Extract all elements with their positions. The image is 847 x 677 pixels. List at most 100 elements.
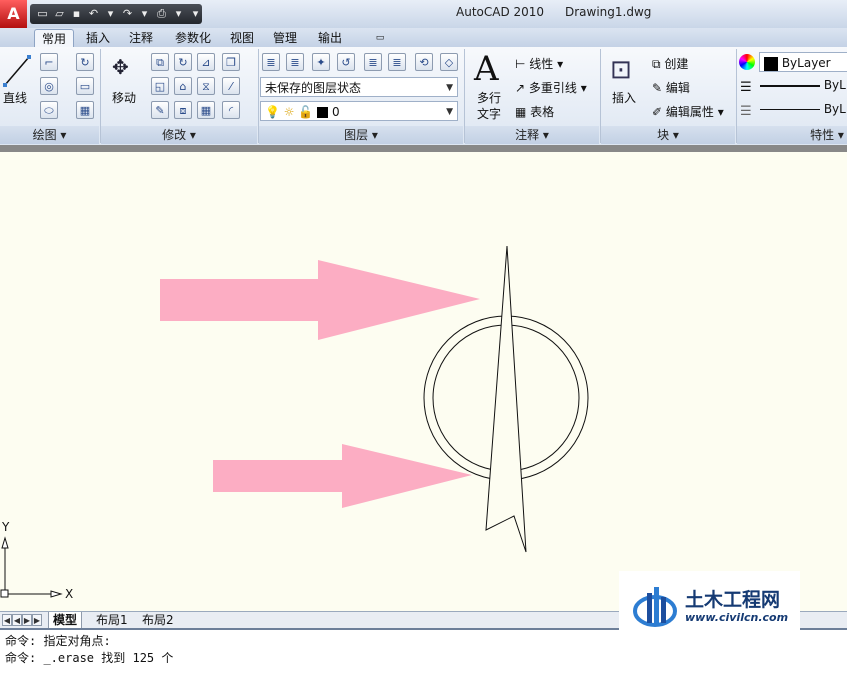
last-layout-icon[interactable]: ▶ — [32, 614, 42, 626]
line-button-label[interactable]: 直线 — [3, 89, 27, 106]
app-title: AutoCAD 2010 — [456, 5, 545, 19]
layer-properties-icon[interactable]: ≣ — [262, 53, 280, 71]
color-dropdown[interactable]: ByLayer — [759, 52, 847, 72]
application-menu-button[interactable]: A — [0, 0, 27, 28]
multileader-icon: ↗ — [515, 81, 526, 95]
layer-isolate-icon[interactable]: ✦ — [312, 53, 330, 71]
customize-qat-icon[interactable]: ▾ — [189, 7, 202, 21]
mtext-label-1[interactable]: 多行 — [477, 89, 501, 106]
explode-icon[interactable]: ⁄ — [222, 77, 240, 95]
multileader-button[interactable]: ↗ 多重引线 ▾ — [515, 79, 587, 96]
layer-dropdown[interactable]: 💡 ☼ 🔓 0 ▼ — [260, 101, 458, 121]
redo-icon[interactable]: ↷ — [121, 7, 134, 21]
layers-panel-label[interactable]: 图层 ▾ — [259, 126, 463, 144]
stretch-icon[interactable]: ◱ — [151, 77, 169, 95]
tab-home[interactable]: 常用 — [34, 29, 74, 48]
tab-view[interactable]: 视图 — [223, 29, 261, 47]
undo-icon[interactable]: ↶ — [87, 7, 100, 21]
move-button-label[interactable]: 移动 — [112, 89, 136, 106]
insert-button-label[interactable]: 插入 — [612, 89, 636, 106]
edit-attributes-button[interactable]: ✐ 编辑属性 ▾ — [652, 103, 724, 120]
ribbon: 直线 ⌐ ◎ ⬭ ↻ ▭ ▦ 绘图 ▾ ✥ 移动 ⧉ ↻ ⊿ ❐ ◱ ⌂ ⧖ ⁄… — [0, 47, 847, 146]
fillet-icon[interactable]: ◜ — [222, 101, 240, 119]
minimize-ribbon-icon[interactable]: ▭ — [370, 29, 390, 47]
ellipse-icon[interactable]: ⬭ — [40, 101, 58, 119]
block-panel-label[interactable]: 块 ▾ — [601, 126, 735, 144]
light-bulb-icon: 💡 — [265, 105, 280, 119]
circle-icon[interactable]: ◎ — [40, 77, 58, 95]
plot-icon[interactable]: ⎙ — [155, 7, 168, 21]
draw-panel-label[interactable]: 绘图 ▾ — [0, 126, 99, 144]
dropdown-arrow-icon[interactable]: ▾ — [138, 7, 151, 21]
line-icon[interactable] — [2, 53, 32, 89]
linetype-icon[interactable]: ☰ — [740, 80, 752, 95]
insert-block-icon[interactable]: ⊡ — [610, 55, 632, 85]
copy-icon[interactable]: ⧉ — [151, 53, 169, 71]
dropdown-arrow-icon[interactable]: ▾ — [104, 7, 117, 21]
tab-manage[interactable]: 管理 — [266, 29, 304, 47]
lineweight-dropdown[interactable]: ByL — [760, 102, 847, 116]
unlock-icon: 🔓 — [298, 105, 314, 119]
tab-model[interactable]: 模型 — [48, 612, 83, 629]
dropdown-arrow-icon[interactable]: ▾ — [172, 7, 185, 21]
color-wheel-icon[interactable] — [739, 54, 755, 70]
layer-state-dropdown[interactable]: 未保存的图层状态 ▼ — [260, 77, 458, 97]
app-logo-label: A — [7, 4, 20, 23]
modify-panel-label[interactable]: 修改 ▾ — [101, 126, 257, 144]
create-block-button[interactable]: ⧉ 创建 — [652, 55, 688, 72]
offset-icon[interactable]: ❐ — [222, 53, 240, 71]
tab-layout2[interactable]: 布局2 — [138, 612, 178, 628]
next-layout-icon[interactable]: ▶ — [22, 614, 32, 626]
open-icon[interactable]: ▱ — [53, 7, 66, 21]
arc-icon[interactable]: ↻ — [76, 53, 94, 71]
drawing-svg — [0, 245, 589, 598]
layer-walk-icon[interactable]: ◇ — [440, 53, 458, 71]
prev-layout-icon[interactable]: ◀ — [12, 614, 22, 626]
move-icon[interactable]: ✥ — [112, 55, 129, 79]
edit-block-icon: ✎ — [652, 81, 663, 95]
chevron-down-icon: ▼ — [446, 107, 453, 117]
properties-panel-label[interactable]: 特性 ▾ — [737, 126, 847, 144]
erase-icon[interactable]: ✎ — [151, 101, 169, 119]
ucs-y-label: Y — [2, 520, 10, 534]
first-layout-icon[interactable]: ◀ — [2, 614, 12, 626]
mtext-label-2[interactable]: 文字 — [477, 105, 501, 122]
layer-lock-icon[interactable]: ≣ — [388, 53, 406, 71]
linear-dimension-icon: ⊢ — [515, 57, 526, 71]
layer-change-icon[interactable]: ⟲ — [415, 53, 433, 71]
tab-parametric[interactable]: 参数化 — [168, 29, 218, 47]
table-button[interactable]: ▦ 表格 — [515, 103, 554, 120]
edit-block-button[interactable]: ✎ 编辑 — [652, 79, 690, 96]
tab-annotate[interactable]: 注释 — [122, 29, 160, 47]
layer-match-icon[interactable]: ≣ — [286, 53, 304, 71]
multiline-text-icon[interactable]: A — [474, 49, 499, 89]
grid-array-icon[interactable]: ▦ — [197, 101, 215, 119]
rectangle-icon[interactable]: ▭ — [76, 77, 94, 95]
tab-output[interactable]: 输出 — [311, 29, 349, 47]
linear-dimension-button[interactable]: ⊢ 线性 ▾ — [515, 55, 563, 72]
tab-layout1[interactable]: 布局1 — [92, 612, 132, 628]
new-icon[interactable]: ▭ — [36, 7, 49, 21]
scale-icon[interactable]: ⌂ — [174, 77, 192, 95]
layer-previous-icon[interactable]: ↺ — [337, 53, 355, 71]
mirror-icon[interactable]: ⧖ — [197, 77, 215, 95]
watermark-url: www.civilcn.com — [685, 611, 789, 624]
trim-icon[interactable]: ⊿ — [197, 53, 215, 71]
tab-insert[interactable]: 插入 — [79, 29, 117, 47]
annotation-panel-label[interactable]: 注释 ▾ — [465, 126, 599, 144]
polyline-icon[interactable]: ⌐ — [40, 53, 58, 71]
table-icon: ▦ — [515, 105, 527, 119]
watermark: 土木工程网 www.civilcn.com — [619, 571, 800, 635]
annotation-arrow-upper — [160, 260, 480, 340]
layer-freeze-icon[interactable]: ≣ — [364, 53, 382, 71]
command-history-line-2: 命令: _.erase 找到 125 个 — [5, 651, 174, 665]
lineweight-icon[interactable]: ☰ — [740, 104, 752, 119]
watermark-logo-icon — [633, 587, 677, 627]
array-icon[interactable]: ⧈ — [174, 101, 192, 119]
linetype-dropdown[interactable]: ByL — [760, 78, 847, 92]
rotate-icon[interactable]: ↻ — [174, 53, 192, 71]
drawing-canvas[interactable]: Y X — [0, 152, 847, 611]
hatch-icon[interactable]: ▦ — [76, 101, 94, 119]
command-line[interactable]: 命令: 指定对角点: 命令: _.erase 找到 125 个 — [0, 628, 847, 677]
save-icon[interactable]: ▪ — [70, 7, 83, 21]
